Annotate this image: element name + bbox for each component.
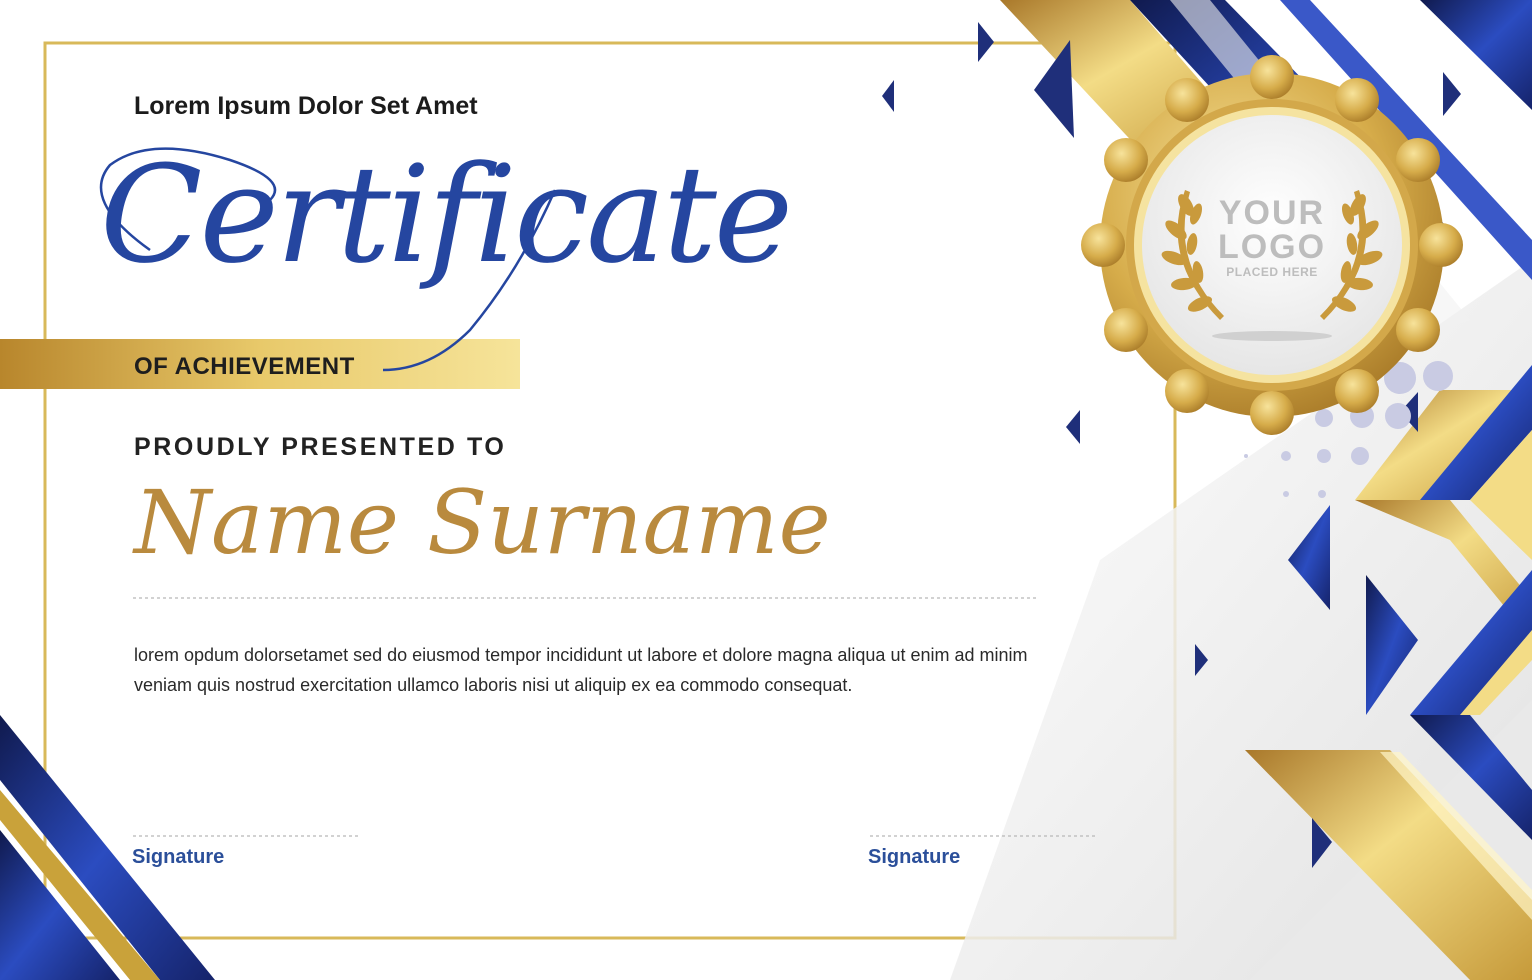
signature-left-label: Signature (132, 846, 225, 868)
certificate-body-text: lorem opdum dolorsetamet sed do eiusmod … (134, 645, 1028, 695)
certificate-subtitle: OF ACHIEVEMENT (134, 353, 355, 380)
certificate-page: Lorem Ipsum Dolor Set Amet Certificate O… (0, 0, 1532, 980)
seal-logo-line2: LOGO (1217, 228, 1327, 266)
certificate-title: Certificate (100, 137, 793, 293)
presented-to-label: PROUDLY PRESENTED TO (134, 433, 507, 461)
seal-logo-line3: PLACED HERE (1226, 265, 1318, 279)
recipient-name: Name Surname (134, 471, 831, 574)
organization-name: Lorem Ipsum Dolor Set Amet (134, 92, 478, 120)
signature-right-label: Signature (868, 846, 961, 868)
